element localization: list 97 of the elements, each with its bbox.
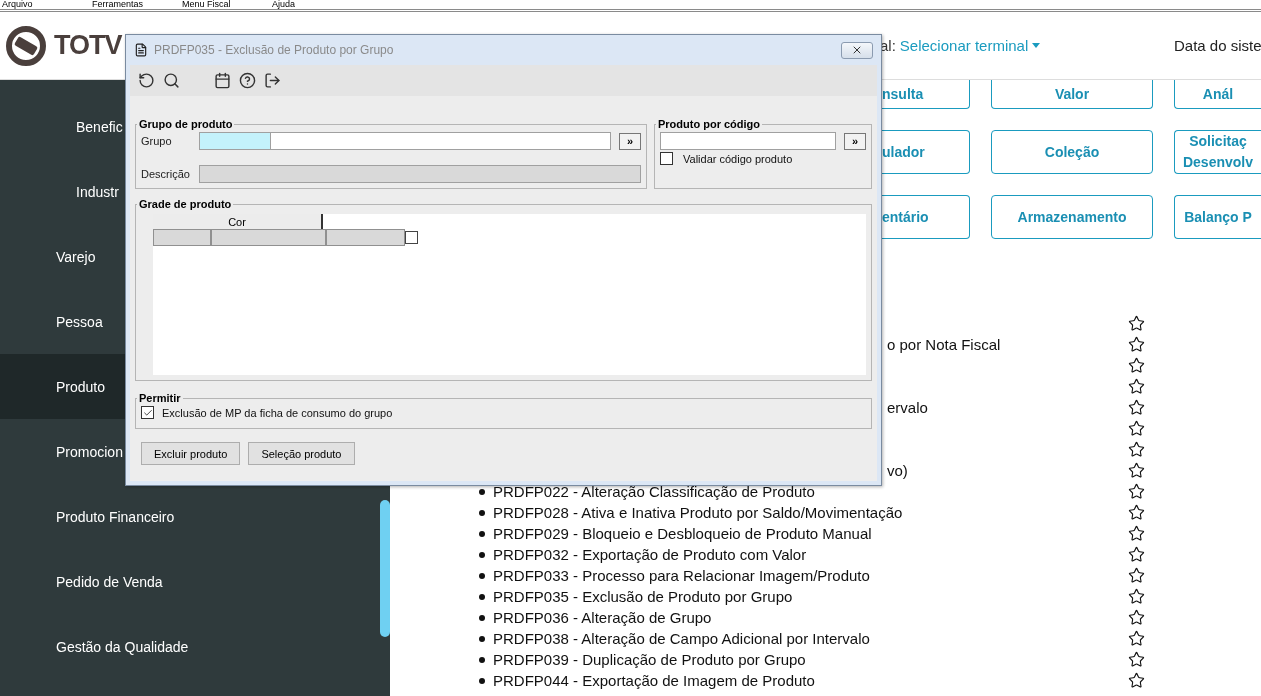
grid-checkbox[interactable] [405, 231, 418, 244]
menu-item[interactable]: Menu Fiscal [180, 0, 270, 9]
sidebar-item[interactable]: Pessoa [56, 313, 103, 330]
lookup-button[interactable]: » [619, 132, 641, 150]
action-button[interactable]: Seleção produto [248, 442, 355, 465]
close-button[interactable] [841, 41, 873, 59]
allow-legend: Permitir [137, 392, 183, 404]
group-input[interactable] [199, 132, 611, 150]
program-link[interactable]: PRDFP032 - Exportação de Produto com Valor [493, 546, 807, 563]
program-link[interactable]: PRDFP044 - Exportação de Imagem de Produto [493, 672, 815, 689]
star-icon[interactable] [1128, 315, 1145, 332]
star-icon[interactable] [1128, 357, 1145, 374]
tile-button[interactable]: Coleção [991, 130, 1153, 174]
grid-legend: Grade de produto [137, 198, 234, 210]
code-input[interactable] [660, 132, 836, 150]
bullet [479, 677, 485, 684]
star-icon[interactable] [1128, 378, 1145, 395]
logo-text: TOTV [54, 30, 122, 61]
window-title: PRDFP035 - Exclusão de Produto por Grupo [154, 43, 394, 57]
star-icon[interactable] [1128, 630, 1145, 647]
star-icon[interactable] [1128, 336, 1145, 353]
bullet [479, 593, 485, 600]
bullet [479, 635, 485, 642]
bullet [479, 572, 485, 579]
bullet [479, 551, 485, 558]
program-link[interactable]: vo) [887, 462, 908, 479]
search-icon[interactable] [162, 71, 181, 90]
menu-item[interactable]: Ferramentas [90, 0, 180, 9]
star-icon[interactable] [1128, 441, 1145, 458]
checkbox[interactable] [141, 406, 154, 419]
action-button[interactable]: Excluir produto [141, 442, 241, 465]
document-icon [134, 43, 148, 57]
program-link[interactable]: ervalo [887, 399, 928, 416]
tile-button[interactable]: Valor [991, 80, 1153, 109]
star-icon[interactable] [1128, 462, 1145, 479]
star-icon[interactable] [1128, 546, 1145, 563]
checkbox[interactable] [660, 152, 673, 165]
star-icon[interactable] [1128, 588, 1145, 605]
bullet [479, 656, 485, 663]
program-link[interactable]: PRDFP028 - Ativa e Inativa Produto por Saldo/Movimentação [493, 504, 903, 521]
checkbox-label: Exclusão de MP da ficha de consumo do grupo [162, 406, 393, 419]
menu-item[interactable]: Arquivo [0, 0, 90, 9]
sidebar-item[interactable]: Produto [56, 378, 106, 395]
program-link[interactable]: PRDFP033 - Processo para Relacionar Imagem/Produto [493, 567, 870, 584]
help-icon[interactable] [238, 71, 257, 90]
program-link[interactable]: PRDFP038 - Alteração de Campo Adicional por Intervalo [493, 630, 870, 647]
field-label: Grupo [141, 135, 173, 147]
star-icon[interactable] [1128, 672, 1145, 689]
undo-icon[interactable] [137, 71, 156, 90]
logo-icon [6, 25, 46, 66]
star-icon[interactable] [1128, 567, 1145, 584]
star-icon[interactable] [1128, 525, 1145, 542]
bullet [479, 509, 485, 516]
grid-cell[interactable] [326, 229, 405, 246]
checkmark-icon [142, 407, 153, 418]
bullet [479, 614, 485, 621]
star-icon[interactable] [1128, 609, 1145, 626]
field-label: Descrição [141, 168, 191, 180]
group-legend: Grupo de produto [137, 118, 235, 130]
date-label: Data do siste [1174, 37, 1261, 54]
tile-button[interactable]: Anál [1174, 80, 1261, 109]
star-icon[interactable] [1128, 483, 1145, 500]
checkbox-label: Validar código produto [683, 152, 793, 165]
sidebar-item[interactable]: Industr [76, 183, 119, 200]
bullet [479, 488, 485, 495]
calendar-icon[interactable] [213, 71, 232, 90]
sidebar-item[interactable]: Varejo [56, 248, 96, 265]
lookup-button[interactable]: » [844, 132, 866, 150]
program-link[interactable]: PRDFP029 - Bloqueio e Desbloqueio de Produto Manual [493, 525, 872, 542]
star-icon[interactable] [1128, 504, 1145, 521]
menu-item[interactable]: Ajuda [270, 0, 360, 9]
grid-cell[interactable] [153, 229, 211, 246]
sidebar-item[interactable]: Produto Financeiro [56, 508, 175, 525]
tile-button[interactable]: Armazenamento [991, 195, 1153, 239]
star-icon[interactable] [1128, 651, 1145, 668]
star-icon[interactable] [1128, 399, 1145, 416]
sidebar-item[interactable]: Benefic [76, 118, 123, 135]
bullet [479, 530, 485, 537]
code-legend: Produto por código [656, 118, 763, 130]
program-link[interactable]: PRDFP039 - Duplicação de Produto por Grupo [493, 651, 806, 668]
sidebar-item[interactable]: Pedido de Venda [56, 573, 163, 590]
scrollbar-thumb[interactable] [380, 500, 390, 637]
column-header[interactable]: Cor [153, 214, 323, 229]
caret-icon[interactable] [1032, 43, 1041, 48]
program-link[interactable]: PRDFP022 - Alteração Classificação de Produto [493, 483, 815, 500]
exit-icon[interactable] [263, 71, 282, 90]
close-icon [851, 44, 863, 56]
sidebar-item[interactable]: Promocion [56, 443, 123, 460]
grid-cell[interactable] [211, 229, 326, 246]
program-link[interactable]: PRDFP035 - Exclusão de Produto por Grupo [493, 588, 793, 605]
star-icon[interactable] [1128, 420, 1145, 437]
program-link[interactable]: o por Nota Fiscal [887, 336, 1001, 353]
program-link[interactable]: PRDFP036 - Alteração de Grupo [493, 609, 712, 626]
description-field[interactable] [199, 165, 641, 183]
sidebar-item[interactable]: Gestão da Qualidade [56, 638, 189, 655]
tile-button[interactable]: Balanço P [1174, 195, 1261, 239]
tile-button[interactable]: Solicitaç Desenvolv [1174, 130, 1261, 174]
